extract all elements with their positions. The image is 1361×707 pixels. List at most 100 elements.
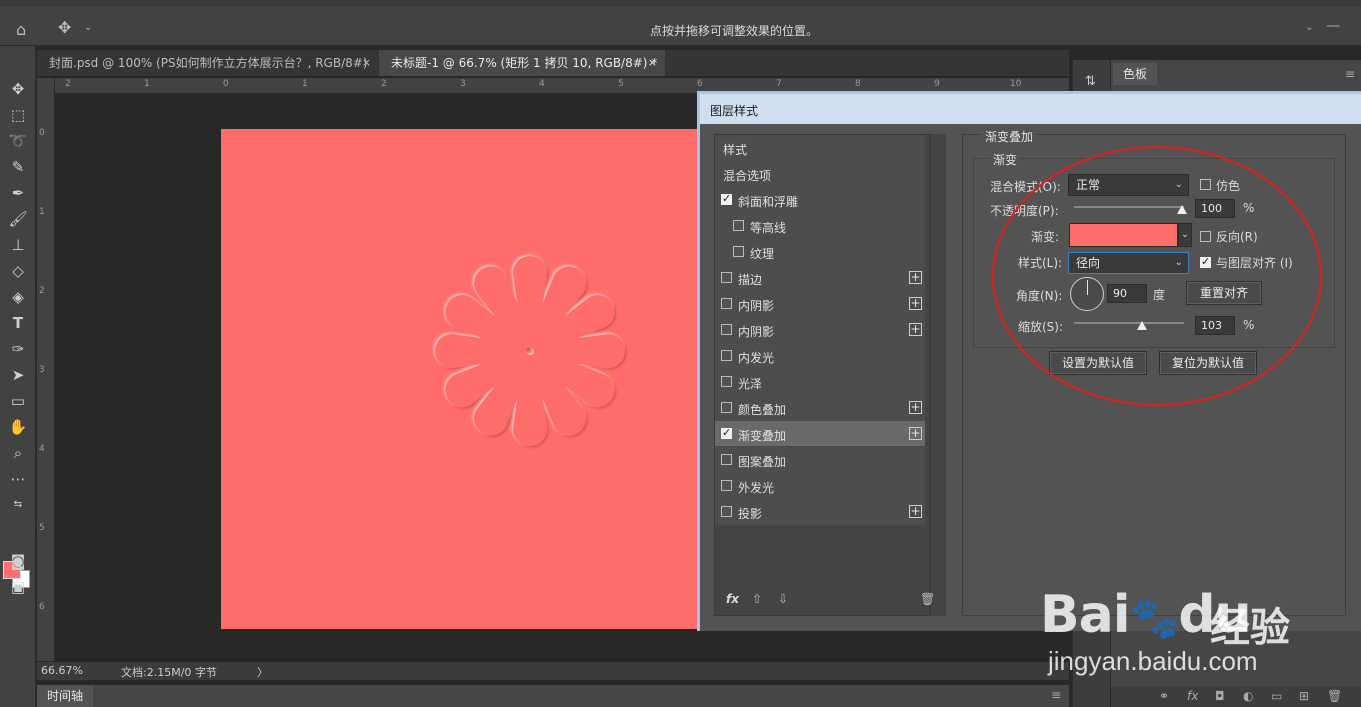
style-item-label: 斜面和浮雕: [738, 195, 799, 209]
style-item-label: 颜色叠加: [738, 403, 787, 417]
add-style-icon[interactable]: +: [909, 323, 922, 336]
marquee-icon[interactable]: ⬚: [6, 104, 30, 126]
timeline-panel: 时间轴 ≡: [37, 684, 1069, 707]
brush-icon[interactable]: 🖌: [6, 208, 30, 230]
zoom-level[interactable]: 66.67%: [41, 664, 83, 677]
chevron-down-icon[interactable]: ⌄: [1305, 22, 1313, 33]
fx-icon[interactable]: fx: [726, 592, 739, 606]
style-item-label: 内阴影: [738, 299, 775, 313]
style-item[interactable]: + 颜色叠加: [715, 395, 925, 421]
style-checkbox[interactable]: [721, 350, 732, 361]
style-item[interactable]: 光泽: [715, 369, 925, 395]
style-item-label: 样式: [723, 143, 748, 157]
style-item[interactable]: 外发光: [715, 473, 925, 499]
style-item[interactable]: + 渐变叠加: [715, 421, 925, 447]
style-item[interactable]: 内发光: [715, 343, 925, 369]
watermark-jingyan: 经验: [1210, 605, 1290, 651]
swap-colors-icon[interactable]: ⇆: [6, 494, 30, 516]
style-item[interactable]: 图案叠加: [715, 447, 925, 473]
ruler-label: 4: [39, 444, 45, 454]
tab-untitled-1[interactable]: 未标题-1 @ 66.7% (矩形 1 拷贝 10, RGB/8#) * ×: [379, 50, 665, 76]
style-checkbox[interactable]: [721, 402, 732, 413]
move-icon[interactable]: ✥: [6, 78, 30, 100]
close-icon[interactable]: —: [1326, 18, 1340, 34]
style-item[interactable]: 混合选项: [715, 161, 925, 187]
style-checkbox[interactable]: [721, 272, 732, 283]
pen-icon[interactable]: ✑: [6, 338, 30, 360]
adjustment-icon[interactable]: ◐: [1243, 689, 1253, 703]
eyedropper-icon[interactable]: ✒: [6, 182, 30, 204]
style-checkbox[interactable]: [721, 426, 732, 439]
quick-select-icon[interactable]: ✎: [6, 156, 30, 178]
style-checkbox[interactable]: [721, 192, 732, 205]
style-item[interactable]: 斜面和浮雕: [715, 187, 925, 213]
eraser-icon[interactable]: ◇: [6, 260, 30, 282]
trash-icon[interactable]: 🗑: [1327, 689, 1342, 703]
screen-mode-icon[interactable]: ▣: [6, 576, 30, 598]
style-item[interactable]: + 内阴影: [715, 317, 925, 343]
close-icon[interactable]: ×: [648, 50, 657, 76]
style-checkbox[interactable]: [733, 246, 744, 257]
style-checkbox[interactable]: [733, 220, 744, 231]
baidu-jingyan-watermark: Bai🐾du 经验 jingyan.baidu.com: [1040, 560, 1360, 690]
style-checkbox[interactable]: [721, 506, 732, 517]
style-checkbox[interactable]: [721, 480, 732, 491]
style-checkbox[interactable]: [721, 298, 732, 309]
link-icon[interactable]: ⚭: [1159, 689, 1169, 703]
vertical-ruler[interactable]: 0 1 2 3 4 5 6: [37, 78, 55, 661]
ruler-label: 0: [223, 79, 229, 89]
history-icon[interactable]: ⇅: [1085, 74, 1096, 89]
move-up-icon[interactable]: ⇧: [752, 592, 762, 606]
rectangle-icon[interactable]: ▭: [6, 390, 30, 412]
dialog-title-bar[interactable]: 图层样式: [700, 94, 1361, 124]
tab-swatches[interactable]: 色板: [1113, 63, 1157, 85]
style-checkbox[interactable]: [721, 376, 732, 387]
style-item[interactable]: + 内阴影: [715, 291, 925, 317]
new-layer-icon[interactable]: ⊞: [1299, 689, 1309, 703]
folder-icon[interactable]: ▭: [1271, 689, 1282, 703]
style-item-label: 混合选项: [723, 169, 772, 183]
ruler-label: 1: [39, 207, 45, 217]
add-style-icon[interactable]: +: [909, 401, 922, 414]
style-item-label: 等高线: [750, 221, 787, 235]
style-list-scrollbar[interactable]: [930, 134, 946, 616]
tab-label: 封面.psd @ 100% (PS如何制作立方体展示台？, RGB/8#): [49, 56, 368, 70]
add-style-icon[interactable]: +: [909, 271, 922, 284]
add-style-icon[interactable]: +: [909, 505, 922, 518]
quick-mask-icon[interactable]: ◙: [6, 550, 30, 572]
move-tool-icon[interactable]: ✥: [58, 18, 71, 37]
close-icon[interactable]: ×: [362, 50, 371, 76]
type-icon[interactable]: T: [6, 312, 30, 334]
menu-icon[interactable]: ≡: [1345, 67, 1355, 81]
chevron-down-icon[interactable]: ⌄: [84, 22, 92, 33]
mask-icon[interactable]: ◘: [1215, 689, 1225, 703]
add-style-icon[interactable]: +: [909, 297, 922, 310]
trash-icon[interactable]: 🗑: [920, 592, 935, 606]
options-hint: 点按并拖移可调整效果的位置。: [650, 24, 819, 38]
style-item[interactable]: 纹理: [715, 239, 925, 265]
menu-icon[interactable]: ≡: [1051, 688, 1061, 702]
paint-bucket-icon[interactable]: ◈: [6, 286, 30, 308]
style-item[interactable]: 样式: [715, 135, 925, 161]
style-checkbox[interactable]: [721, 454, 732, 465]
tab-timeline[interactable]: 时间轴: [37, 685, 94, 707]
style-item[interactable]: + 投影: [715, 499, 925, 525]
document-canvas[interactable]: [221, 129, 697, 629]
more-tools-icon[interactable]: ⋯: [6, 468, 30, 490]
ruler-label: 5: [618, 79, 624, 89]
move-down-icon[interactable]: ⇩: [778, 592, 788, 606]
lasso-icon[interactable]: ➰: [6, 130, 30, 152]
stamp-icon[interactable]: ⊥: [6, 234, 30, 256]
home-icon[interactable]: ⌂: [16, 20, 26, 39]
status-arrow-icon[interactable]: 〉: [257, 664, 268, 680]
ruler-label: 2: [39, 286, 45, 296]
fx-icon[interactable]: fx: [1187, 689, 1198, 703]
path-select-icon[interactable]: ➤: [6, 364, 30, 386]
hand-icon[interactable]: ✋: [6, 416, 30, 438]
style-item[interactable]: 等高线: [715, 213, 925, 239]
tab-cover-psd[interactable]: 封面.psd @ 100% (PS如何制作立方体展示台？, RGB/8#) ×: [37, 50, 379, 76]
style-checkbox[interactable]: [721, 324, 732, 335]
style-item[interactable]: + 描边: [715, 265, 925, 291]
zoom-icon[interactable]: ⌕: [6, 442, 30, 464]
add-style-icon[interactable]: +: [909, 427, 922, 440]
